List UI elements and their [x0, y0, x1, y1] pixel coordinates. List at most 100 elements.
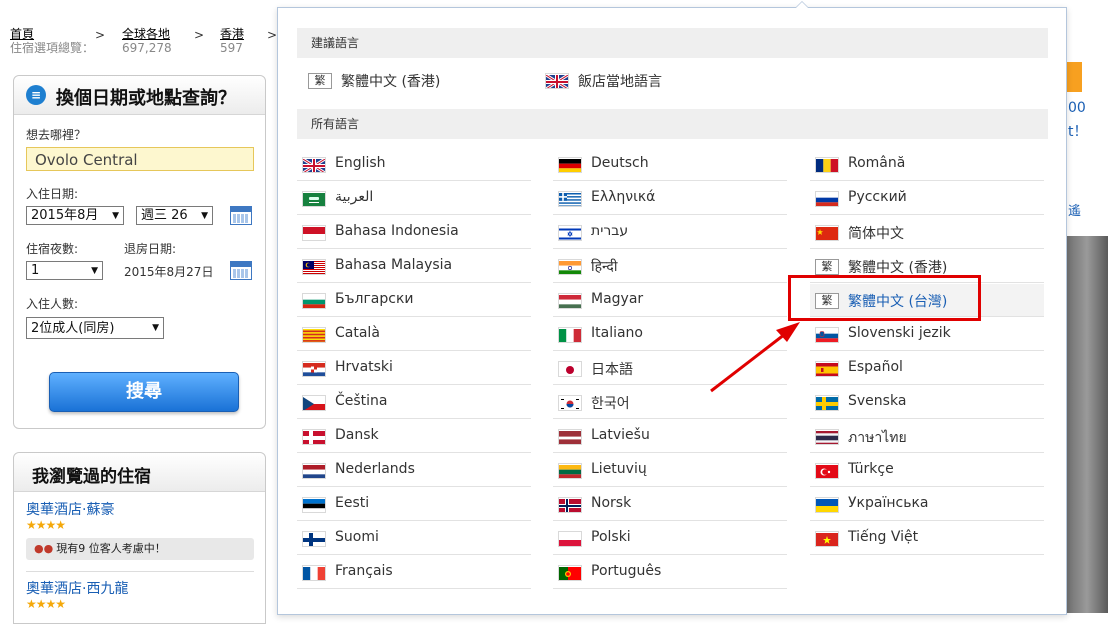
breadcrumb-hongkong[interactable]: 香港 597	[220, 27, 244, 55]
language-option-si[interactable]: Slovenski jezik	[810, 318, 1044, 351]
language-label: Magyar	[591, 291, 644, 307]
language-option-uk[interactable]: English	[297, 148, 531, 181]
guests-select[interactable]: 2位成人(同房) ▼	[26, 317, 164, 339]
language-option-bg[interactable]: Български	[297, 284, 531, 317]
language-option-ua[interactable]: Українська	[810, 488, 1044, 521]
flag-gr-icon	[558, 191, 582, 207]
language-label: Tiếng Việt	[848, 529, 919, 545]
language-option-sa[interactable]: العربية	[297, 182, 531, 215]
background-hotel-photo	[1066, 236, 1108, 613]
flag-hr-icon	[302, 361, 326, 377]
language-label: Čeština	[335, 393, 388, 409]
language-option-se[interactable]: Svenska	[810, 386, 1044, 419]
language-option-uk[interactable]: 飯店當地語言	[540, 64, 774, 97]
recently-viewed-panel: 我瀏覽過的住宿 奧華酒店·蘇豪 ★★★★ ●● 現有9 位客人考慮中！ 奧華酒店·…	[13, 452, 266, 624]
flag-tr-icon	[815, 463, 839, 479]
language-option-cn[interactable]: 简体中文	[810, 216, 1044, 249]
language-option-ee[interactable]: Eesti	[297, 488, 531, 521]
checkin-day-select[interactable]: 週三 26 ▼	[136, 206, 213, 225]
language-option-lt[interactable]: Lietuvių	[553, 454, 787, 487]
language-label: Português	[591, 563, 662, 579]
language-option-hu[interactable]: Magyar	[553, 284, 787, 317]
language-option-hr[interactable]: Hrvatski	[297, 352, 531, 385]
language-label: Русский	[848, 189, 907, 205]
language-option-lv[interactable]: Latviešu	[553, 420, 787, 453]
breadcrumb-home-link[interactable]: 首頁	[10, 27, 94, 41]
language-label: Türkçe	[848, 461, 894, 477]
breadcrumb-global-count: 697,278	[122, 41, 172, 55]
annotation-highlight-box	[788, 275, 981, 321]
flag-hu-icon	[558, 293, 582, 309]
traditional-chinese-badge-icon: 繁	[308, 73, 332, 89]
flag-de-icon	[558, 157, 582, 173]
language-option-pt[interactable]: Português	[553, 556, 787, 589]
language-option-ro[interactable]: Română	[810, 148, 1044, 181]
calendar-icon[interactable]	[230, 261, 252, 280]
language-option-kr[interactable]: 한국어	[553, 386, 787, 419]
language-option-dk[interactable]: Dansk	[297, 420, 531, 453]
language-option-th[interactable]: ภาษาไทย	[810, 420, 1044, 453]
language-option-pl[interactable]: Polski	[553, 522, 787, 555]
language-option-vn[interactable]: Tiếng Việt	[810, 522, 1044, 555]
nights-value: 1	[31, 263, 40, 278]
language-option-cz[interactable]: Čeština	[297, 386, 531, 419]
language-option-fi[interactable]: Suomi	[297, 522, 531, 555]
flag-ua-icon	[815, 497, 839, 513]
divider	[26, 571, 254, 572]
language-option-nl[interactable]: Nederlands	[297, 454, 531, 487]
language-label: Français	[335, 563, 393, 579]
language-option-es[interactable]: Español	[810, 352, 1044, 385]
language-option-gr[interactable]: Ελληνικά	[553, 182, 787, 215]
checkout-label: 退房日期:	[124, 242, 177, 256]
language-label: Español	[848, 359, 903, 375]
language-option-in[interactable]: हिन्दी	[553, 250, 787, 283]
language-option-fr[interactable]: Français	[297, 556, 531, 589]
breadcrumb-home[interactable]: 首頁 住宿選項總覽：	[10, 27, 94, 55]
recent-hotel-link[interactable]: 奧華酒店·蘇豪	[26, 499, 114, 519]
flag-se-icon	[815, 395, 839, 411]
recently-viewed-title: 我瀏覽過的住宿	[32, 467, 151, 487]
search-button[interactable]: 搜尋	[49, 372, 239, 412]
language-option-ru[interactable]: Русский	[810, 182, 1044, 215]
language-option-cat[interactable]: Català	[297, 318, 531, 351]
flag-it-icon	[558, 327, 582, 343]
traditional-chinese-badge-icon: 繁	[815, 259, 839, 275]
language-option-tr[interactable]: Türkçe	[810, 454, 1044, 487]
language-label: 繁體中文 (香港)	[341, 74, 441, 90]
chevron-down-icon: ▼	[112, 211, 119, 221]
flag-bg-icon	[302, 293, 326, 309]
language-label: Nederlands	[335, 461, 415, 477]
flag-ru-icon	[815, 191, 839, 207]
language-label: 飯店當地語言	[578, 74, 662, 90]
calendar-icon[interactable]	[230, 206, 252, 225]
language-label: Svenska	[848, 393, 907, 409]
search-panel-header: ≡ 換個日期或地點查詢？	[14, 76, 265, 115]
chevron-down-icon: ▼	[201, 211, 208, 221]
language-option-trad[interactable]: 繁繁體中文 (香港)	[303, 64, 537, 97]
language-option-id[interactable]: Bahasa Indonesia	[297, 216, 531, 249]
flag-lt-icon	[558, 463, 582, 479]
checkin-month-value: 2015年8月	[31, 208, 99, 223]
flag-cz-icon	[302, 395, 326, 411]
breadcrumb-global[interactable]: 全球各地 697,278	[122, 27, 172, 55]
nights-select[interactable]: 1 ▼	[26, 261, 103, 280]
language-label: Polski	[591, 529, 631, 545]
background-text-link: t！	[1068, 124, 1088, 140]
breadcrumb-global-link[interactable]: 全球各地	[122, 27, 172, 41]
viewing-now-badge: ●● 現有9 位客人考慮中！	[26, 538, 254, 560]
language-label: Hrvatski	[335, 359, 393, 375]
breadcrumb-hongkong-count: 597	[220, 41, 243, 55]
language-option-it[interactable]: Italiano	[553, 318, 787, 351]
language-option-de[interactable]: Deutsch	[553, 148, 787, 181]
language-option-no[interactable]: Norsk	[553, 488, 787, 521]
flag-nl-icon	[302, 463, 326, 479]
language-option-my[interactable]: Bahasa Malaysia	[297, 250, 531, 283]
destination-input[interactable]: Ovolo Central	[26, 147, 254, 171]
breadcrumb-hongkong-link[interactable]: 香港	[220, 27, 244, 41]
flag-ee-icon	[302, 497, 326, 513]
flag-my-icon	[302, 259, 326, 275]
language-option-jp[interactable]: 日本語	[553, 352, 787, 385]
recent-hotel-link[interactable]: 奧華酒店·西九龍	[26, 578, 128, 598]
checkin-month-select[interactable]: 2015年8月 ▼	[26, 206, 124, 225]
language-option-il[interactable]: עברית	[553, 216, 787, 249]
